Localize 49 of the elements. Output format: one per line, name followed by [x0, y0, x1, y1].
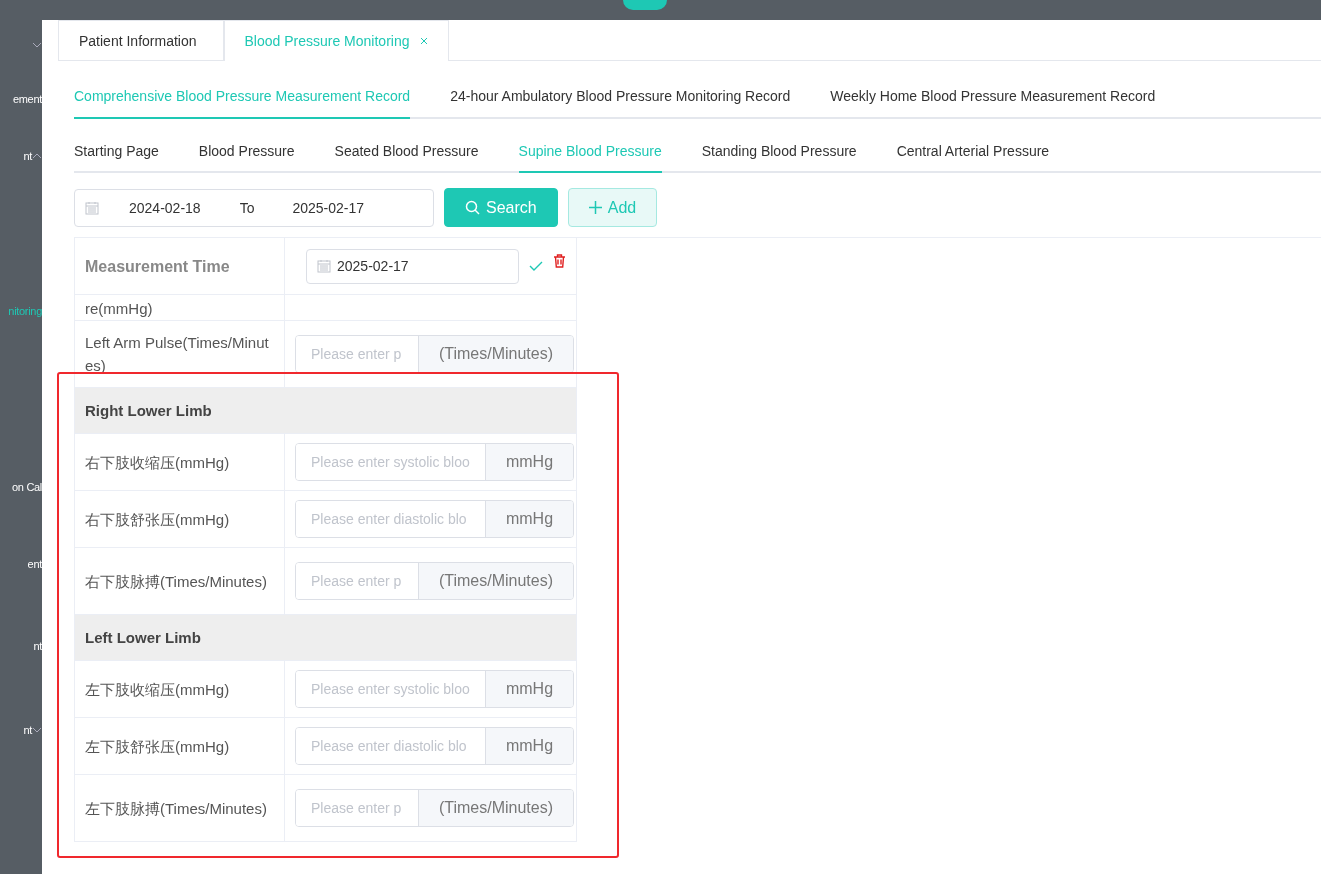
input-field[interactable]: Please enter p (Times/Minutes) — [295, 789, 574, 827]
field-label: 左下肢舒张压(mmHg) — [75, 718, 285, 774]
unit-label: (Times/Minutes) — [418, 790, 573, 826]
input-field[interactable]: Please enter systolic bloo mmHg — [295, 670, 574, 708]
calendar-icon — [317, 259, 331, 273]
plus-icon — [588, 201, 602, 214]
sub-tab[interactable]: Central Arterial Pressure — [896, 131, 1050, 173]
unit-label: mmHg — [485, 501, 573, 537]
sidebar-item[interactable]: nt — [23, 150, 32, 162]
sub-tab[interactable]: Blood Pressure — [198, 131, 295, 173]
field-label: 右下肢收缩压(mmHg) — [75, 434, 285, 490]
calendar-icon — [85, 200, 99, 215]
search-icon — [465, 200, 480, 215]
sidebar-item[interactable]: on Cal — [12, 481, 42, 493]
trash-icon[interactable] — [553, 254, 566, 268]
close-icon[interactable] — [419, 37, 428, 45]
record-tab[interactable]: Weekly Home Blood Pressure Measurement Record — [830, 75, 1156, 119]
input-field[interactable]: Please enter p (Times/Minutes) — [295, 562, 574, 600]
input-field[interactable]: Please enter systolic bloo mmHg — [295, 443, 574, 481]
header-label: Measurement Time — [75, 238, 285, 294]
date-range-field[interactable]: 2024-02-18 To 2025-02-17 — [74, 188, 434, 227]
sidebar-item[interactable]: nt — [23, 724, 32, 736]
sub-tab[interactable]: Seated Blood Pressure — [334, 131, 479, 173]
section-header: Left Lower Limb — [75, 615, 576, 661]
unit-label: mmHg — [485, 671, 573, 707]
field-label: re(mmHg) — [75, 295, 285, 320]
section-header: Right Lower Limb — [75, 388, 576, 434]
sidebar-item[interactable]: nt — [33, 640, 42, 652]
sidebar-item[interactable]: ement — [12, 93, 42, 105]
input-field[interactable]: Please enter diastolic blo mmHg — [295, 500, 574, 538]
unit-label: mmHg — [485, 444, 573, 480]
sub-tab[interactable]: Standing Blood Pressure — [701, 131, 857, 173]
unit-label: (Times/Minutes) — [418, 563, 573, 599]
field-label: 左下肢收缩压(mmHg) — [75, 661, 285, 717]
input-field[interactable]: Please enter p (Times/Minutes) — [295, 335, 574, 373]
input-field[interactable]: Please enter diastolic blo mmHg — [295, 727, 574, 765]
field-label: 左下肢脉搏(Times/Minutes) — [75, 775, 285, 841]
check-icon[interactable] — [529, 260, 543, 272]
sub-tab[interactable]: Starting Page — [74, 131, 159, 173]
field-label: Left Arm Pulse(Times/Minutes) — [75, 321, 285, 387]
field-label: 右下肢舒张压(mmHg) — [75, 491, 285, 547]
unit-label: mmHg — [485, 728, 573, 764]
sidebar-item[interactable]: ent — [27, 557, 42, 570]
logo-icon — [622, 0, 667, 10]
page-tab[interactable]: Patient Information — [58, 20, 224, 60]
date-field[interactable]: 2025-02-17 — [306, 248, 519, 284]
unit-label: (Times/Minutes) — [418, 336, 573, 372]
record-tab[interactable]: 24-hour Ambulatory Blood Pressure Monitoring Record — [450, 75, 791, 119]
field-label: 右下肢脉搏(Times/Minutes) — [75, 548, 285, 614]
